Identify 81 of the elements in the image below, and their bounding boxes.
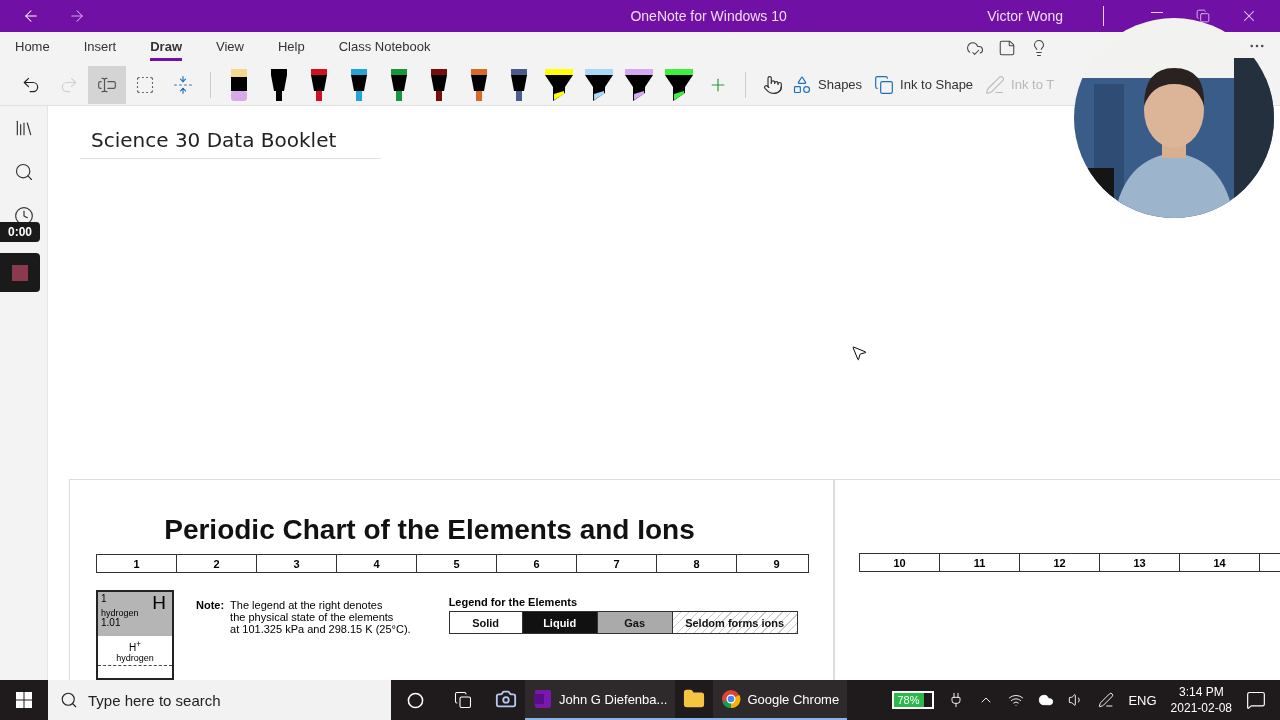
note-text: The legend at the right denotes the physical state of the elements at 101.325 kPa and 298.15 K (25°C). [230, 599, 411, 635]
group-number: 13 [1100, 554, 1180, 571]
highlighter-icon[interactable] [584, 67, 614, 102]
pen-icon[interactable] [510, 67, 528, 102]
ink-to-text-icon [985, 74, 1006, 95]
ribbon-tab[interactable]: View [216, 35, 244, 61]
group-number: 6 [497, 555, 577, 572]
back-icon[interactable] [22, 7, 40, 25]
command-button[interactable]: Shapes [792, 74, 863, 95]
pencil-icon[interactable] [230, 67, 248, 102]
group-number: 14 [1180, 554, 1260, 571]
ribbon-tab[interactable]: Draw [150, 35, 182, 61]
windows-logo-icon[interactable] [16, 692, 32, 708]
group-number: 12 [1020, 554, 1100, 571]
highlighter-icon[interactable] [624, 67, 654, 102]
group-number: 7 [577, 555, 657, 572]
chart-title: Periodic Chart of the Elements and Ions [163, 513, 696, 547]
pen-icon[interactable] [310, 67, 328, 102]
ribbon-tab[interactable]: Insert [83, 35, 117, 61]
group-number: 10 [860, 554, 940, 571]
ribbon-tab[interactable]: Home [15, 35, 50, 61]
group-number: 5 [417, 555, 497, 572]
highlighter-icon[interactable] [544, 67, 574, 102]
taskbar-app[interactable]: Google Chrome [713, 680, 848, 720]
ink-to-shape-icon [874, 74, 895, 95]
user-name[interactable]: Victor Wong [987, 8, 1063, 24]
highlighter-icon[interactable] [664, 67, 694, 102]
ribbon-tab[interactable]: Help [277, 35, 305, 61]
group-number: 9 [772, 556, 781, 572]
ion-symbol: H$^{+}$ [127, 639, 143, 654]
restore-icon[interactable] [1196, 9, 1210, 23]
camera-icon [495, 688, 517, 710]
notifications-icon[interactable] [1246, 690, 1266, 710]
pen-icon[interactable] [270, 67, 288, 102]
cortana-icon[interactable] [406, 691, 424, 709]
group-number: 11 [940, 554, 1020, 571]
search-icon [60, 691, 78, 709]
legend-item: Liquid [522, 612, 598, 633]
element-symbol: H [152, 592, 166, 614]
ion-name: hydrogen [98, 653, 172, 667]
touch-draw-icon[interactable] [763, 74, 783, 95]
page-title[interactable]: Science 30 Data Booklet [80, 126, 381, 159]
shapes-icon [792, 74, 812, 95]
mouse-cursor-icon [850, 344, 868, 362]
group-number: 1 [97, 555, 177, 572]
text-select-icon[interactable] [88, 65, 126, 104]
pen-icon[interactable] [1098, 692, 1115, 708]
stop-icon [12, 264, 28, 281]
pen-icon[interactable] [430, 67, 448, 102]
pen-icon[interactable] [470, 67, 488, 102]
ribbon-tab[interactable]: Class Notebook [338, 35, 431, 61]
cloud-check-icon[interactable] [966, 39, 984, 57]
search-icon[interactable] [13, 162, 34, 182]
group-number: 3 [257, 555, 337, 572]
pen-icon[interactable] [390, 67, 408, 102]
pen-icon[interactable] [350, 67, 368, 102]
window-title: OneNote for Windows 10 [629, 8, 788, 24]
atomic-number: 1 [101, 593, 107, 604]
legend-item: Seldom forms ions [672, 612, 797, 633]
sticky-note-icon[interactable] [998, 39, 1016, 57]
browser-icon [721, 689, 742, 709]
wifi-icon[interactable] [1008, 692, 1025, 708]
note-label: Note: [196, 599, 225, 611]
command-button[interactable]: Ink to Shape [874, 74, 974, 95]
clock[interactable]: 3:14 PM 2021-02-08 [1170, 684, 1232, 716]
legend-title: Legend for the Elements [448, 596, 578, 608]
task-view-icon[interactable] [454, 691, 472, 709]
taskbar-search-field[interactable]: Type here to search [48, 680, 391, 720]
recording-timer: 0:00 [0, 222, 40, 242]
element-name: hydrogen [101, 608, 140, 618]
legend-item: Gas [597, 612, 673, 633]
language-indicator[interactable]: ENG [1128, 692, 1157, 708]
notebook-icon [533, 689, 553, 709]
group-number: 4 [337, 555, 417, 572]
atomic-mass: 1.01 [101, 618, 121, 628]
group-number: 2 [177, 555, 257, 572]
taskbar-app[interactable]: John G Diefenba... [525, 680, 676, 720]
group-number: 8 [657, 555, 737, 572]
forward-icon[interactable] [68, 7, 86, 25]
folder-icon [683, 688, 706, 710]
cloud-icon[interactable] [1038, 692, 1055, 708]
